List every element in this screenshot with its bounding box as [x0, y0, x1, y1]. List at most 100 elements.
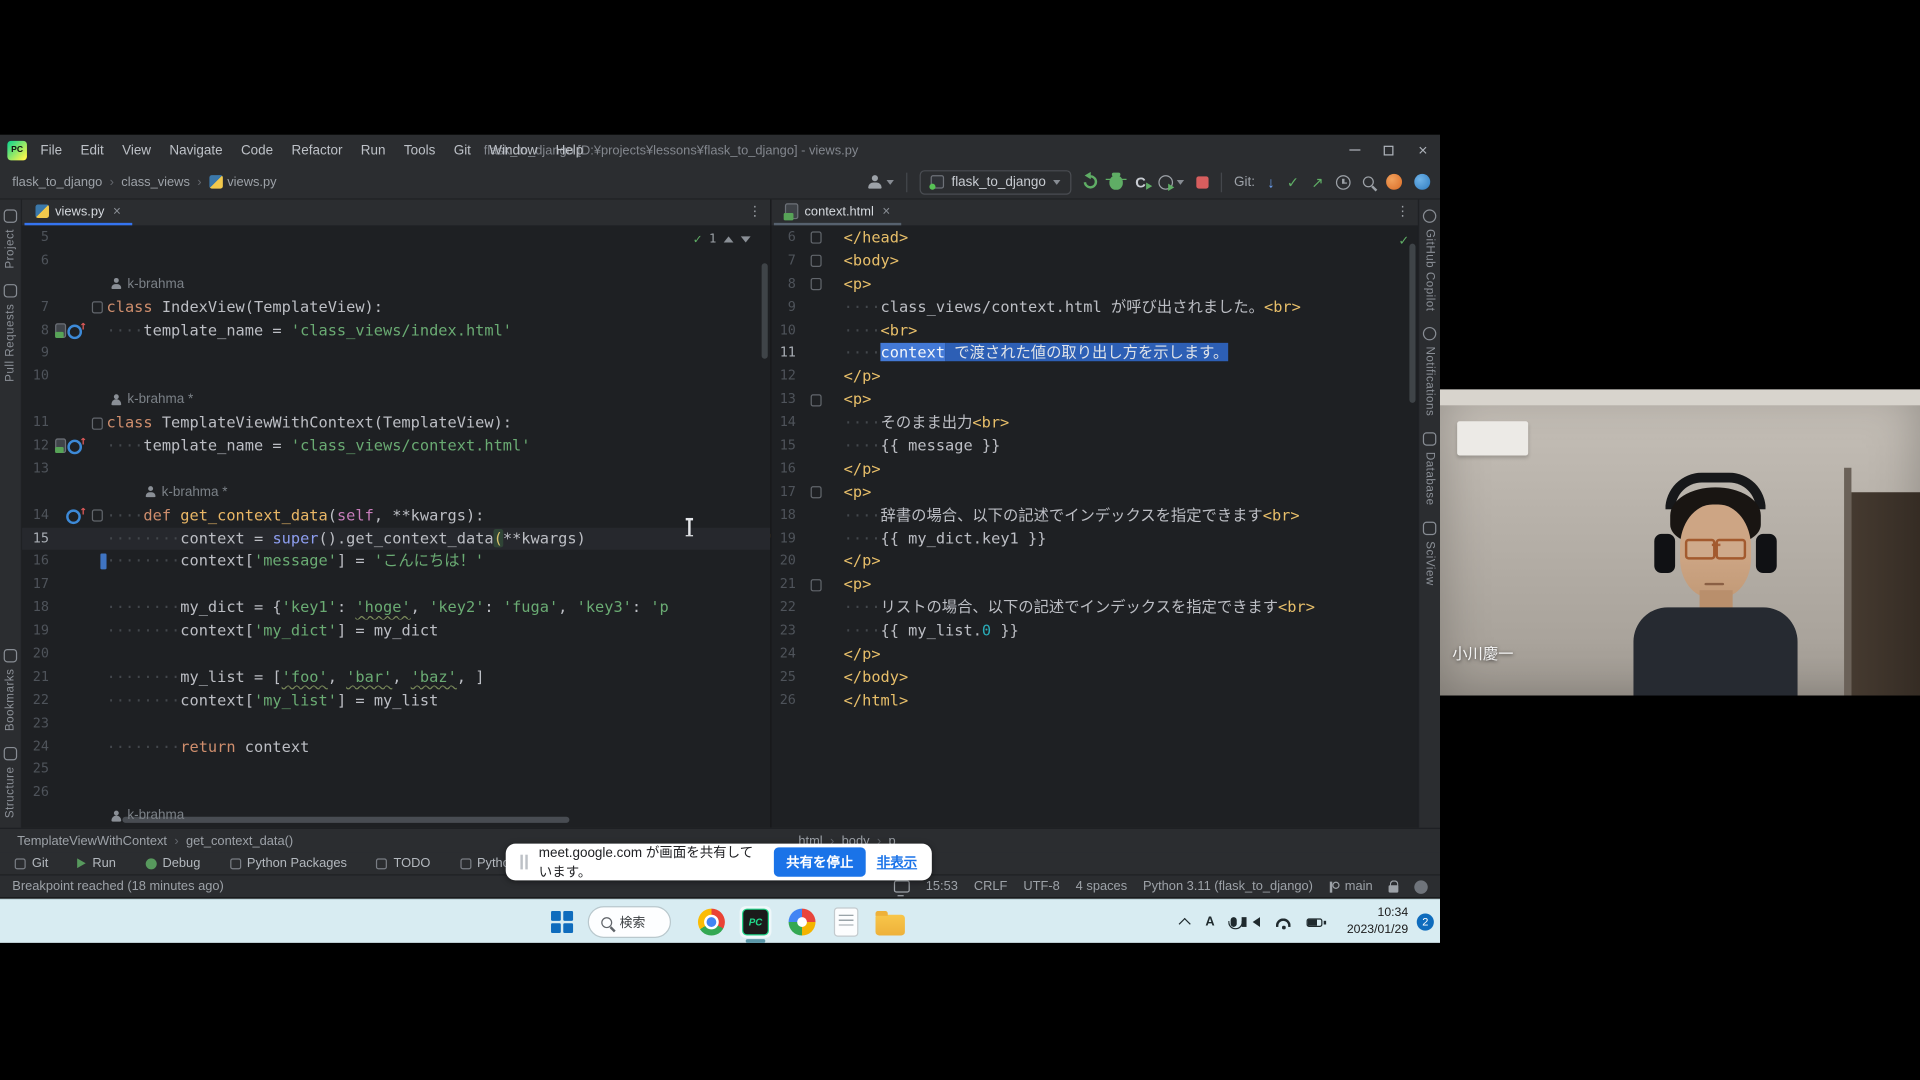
coverage-button[interactable]: C	[1135, 174, 1152, 189]
breadcrumb-item[interactable]: views.py	[227, 174, 276, 189]
line-number[interactable]: 16	[771, 458, 803, 481]
fold-column[interactable]	[87, 365, 107, 388]
notifications-circle-icon[interactable]	[1414, 879, 1428, 894]
hide-banner-link[interactable]: 非表示	[877, 852, 917, 872]
minimize-button[interactable]	[1337, 135, 1371, 166]
fold-marker-icon[interactable]	[810, 255, 822, 268]
code-line[interactable]: 10 ····<br>	[771, 319, 1418, 342]
code-line[interactable]: 9	[22, 342, 770, 365]
code-line[interactable]: 6	[22, 250, 770, 273]
gutter[interactable]	[55, 759, 87, 782]
line-number[interactable]: 24	[771, 643, 803, 666]
fold-column[interactable]	[803, 296, 827, 319]
code-line[interactable]: 16 </p>	[771, 458, 1418, 481]
line-number[interactable]: 7	[22, 296, 55, 319]
line-number[interactable]: 20	[22, 643, 55, 666]
stripe-item-project[interactable]: Project	[3, 209, 18, 269]
git-push-button[interactable]: ↗	[1311, 174, 1323, 189]
fold-column[interactable]	[87, 550, 107, 573]
code-line[interactable]: 26	[22, 782, 770, 805]
line-number[interactable]: 8	[22, 319, 55, 342]
code-line[interactable]: 20	[22, 643, 770, 666]
line-number[interactable]: 13	[771, 388, 803, 411]
line-number[interactable]: 23	[771, 620, 803, 643]
toolwindow-todo[interactable]: TODO	[376, 856, 430, 871]
code-line[interactable]: 9 ····class_views/context.html が呼び出されました。…	[771, 296, 1418, 319]
line-ending-selector[interactable]: CRLF	[974, 879, 1008, 894]
line-number[interactable]: 15	[22, 527, 55, 550]
code-line[interactable]: 23 ····{{ my_list.0 }}	[771, 620, 1418, 643]
code-line[interactable]: 25 </body>	[771, 666, 1418, 689]
fold-marker-icon[interactable]	[810, 278, 822, 291]
menu-file[interactable]: File	[32, 140, 71, 160]
code-line[interactable]: 26 </html>	[771, 689, 1418, 712]
plugin-orange-icon[interactable]	[1386, 173, 1403, 190]
gutter[interactable]	[55, 597, 87, 620]
speaker-icon[interactable]	[1241, 917, 1260, 927]
microphone-icon[interactable]	[1227, 917, 1243, 930]
fold-column[interactable]	[87, 227, 107, 250]
git-branch-widget[interactable]: main	[1329, 879, 1373, 894]
fold-column[interactable]	[803, 504, 827, 527]
line-number[interactable]	[22, 388, 55, 411]
fold-column[interactable]	[87, 435, 107, 458]
git-update-button[interactable]: ↓	[1267, 174, 1274, 189]
line-number[interactable]: 22	[22, 689, 55, 712]
fold-column[interactable]	[803, 227, 827, 250]
inspections-widget[interactable]: ✓ 1	[693, 231, 751, 247]
fold-marker-icon[interactable]	[91, 417, 103, 430]
line-number[interactable]: 25	[22, 759, 55, 782]
code-line[interactable]: 21 ········my_list = ['foo', 'bar', 'baz'…	[22, 666, 770, 689]
fold-column[interactable]	[87, 388, 107, 411]
menu-refactor[interactable]: Refactor	[283, 140, 351, 160]
taskbar-pycharm-active[interactable]: PC	[739, 906, 772, 943]
tab-options-icon[interactable]: ⋮	[1396, 203, 1411, 219]
line-number[interactable]: 11	[771, 342, 803, 365]
debug-button[interactable]	[1105, 172, 1127, 190]
code-line[interactable]: 15 ····{{ message }}	[771, 435, 1418, 458]
toolwindow-git[interactable]: Git	[14, 856, 48, 871]
gutter[interactable]	[55, 712, 87, 735]
fold-column[interactable]	[87, 319, 107, 342]
gutter[interactable]	[55, 273, 87, 296]
profiler-button[interactable]	[1158, 174, 1184, 191]
gutter[interactable]	[55, 481, 87, 504]
code-line[interactable]: 6 </head>	[771, 227, 1418, 250]
fold-marker-icon[interactable]	[810, 393, 822, 407]
gutter[interactable]	[55, 550, 87, 573]
fold-column[interactable]	[803, 250, 827, 273]
stop-button[interactable]	[1196, 175, 1209, 188]
fold-column[interactable]	[803, 550, 827, 573]
fold-column[interactable]	[803, 666, 827, 689]
code-line[interactable]: 19 ········context['my_dict'] = my_dict	[22, 620, 770, 643]
override-marker-icon[interactable]	[67, 435, 87, 455]
fold-column[interactable]	[87, 412, 107, 435]
gutter[interactable]	[55, 412, 87, 435]
menu-navigate[interactable]: Navigate	[161, 140, 231, 160]
fold-column[interactable]	[803, 319, 827, 342]
line-number[interactable]: 6	[22, 250, 55, 273]
code-editor-views-py[interactable]: ✓ 1 5 6 k-brahma 7 class IndexView(TemplateV…	[22, 226, 771, 828]
fold-column[interactable]	[87, 296, 107, 319]
code-line[interactable]: 7 <body>	[771, 250, 1418, 273]
code-line[interactable]: 10	[22, 365, 770, 388]
code-line[interactable]: 12 </p>	[771, 365, 1418, 388]
notification-badge[interactable]: 2	[1416, 913, 1434, 931]
gutter[interactable]	[55, 435, 87, 458]
line-number[interactable]: 5	[22, 227, 55, 250]
line-number[interactable]: 16	[22, 550, 55, 573]
gutter[interactable]	[55, 250, 87, 273]
code-line[interactable]: 7 class IndexView(TemplateView):	[22, 296, 770, 319]
code-line[interactable]: 22 ····リストの場合、以下の記述でインデックスを指定できます<br>	[771, 597, 1418, 620]
line-number[interactable]: 19	[22, 620, 55, 643]
stop-sharing-button[interactable]: 共有を停止	[773, 847, 866, 877]
battery-icon[interactable]	[1306, 917, 1326, 927]
code-line[interactable]: 22 ········context['my_list'] = my_list	[22, 689, 770, 712]
code-editor-context-html[interactable]: ✓ 6 </head> 7 <body> 8 <p> 9 ····class_views/co…	[771, 226, 1418, 828]
code-line[interactable]: k-brahma	[22, 805, 770, 828]
line-number[interactable]: 12	[771, 365, 803, 388]
fold-column[interactable]	[87, 689, 107, 712]
line-number[interactable]: 14	[22, 504, 55, 527]
stripe-item-sciview[interactable]: SciView	[1422, 521, 1437, 586]
stripe-item-github-copilot[interactable]: GitHub Copilot	[1422, 209, 1437, 311]
